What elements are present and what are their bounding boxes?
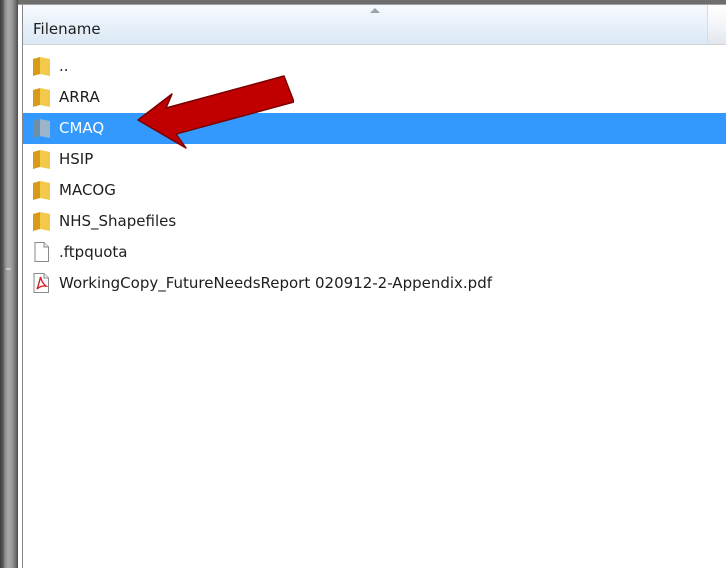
file-name: HSIP	[59, 150, 94, 168]
file-name: .ftpquota	[59, 243, 128, 261]
file-name: MACOG	[59, 181, 116, 199]
column-header-bar: Filename	[23, 5, 726, 45]
file-name: NHS_Shapefiles	[59, 212, 177, 230]
file-name: ..	[59, 57, 69, 75]
list-item[interactable]: NHS_Shapefiles	[23, 206, 726, 237]
file-list-pane[interactable]: Filename .. ARRA CMAQ HSIP MACOG NHS_Sha…	[22, 5, 726, 568]
folder-icon	[33, 57, 50, 76]
sort-ascending-icon	[370, 8, 380, 13]
list-item[interactable]: ARRA	[23, 82, 726, 113]
filename-column-header[interactable]: Filename	[23, 5, 708, 44]
folder-icon	[33, 150, 50, 169]
file-icon	[34, 242, 49, 262]
list-item[interactable]: ..	[23, 51, 726, 82]
file-name: WorkingCopy_FutureNeedsReport 020912-2-A…	[59, 274, 493, 292]
folder-icon	[33, 88, 50, 107]
annotation-arrow	[137, 75, 294, 149]
window-frame-left	[0, 0, 18, 568]
pdf-icon	[33, 273, 49, 293]
folder-icon	[33, 181, 50, 200]
file-name: ARRA	[59, 88, 100, 106]
list-item-selected[interactable]: CMAQ	[23, 113, 726, 144]
folder-icon	[33, 212, 50, 231]
file-list: .. ARRA CMAQ HSIP MACOG NHS_Shapefiles .…	[23, 51, 726, 299]
list-item[interactable]: .ftpquota	[23, 237, 726, 268]
folder-icon	[33, 119, 50, 138]
filename-column-label: Filename	[33, 20, 101, 38]
list-item[interactable]: WorkingCopy_FutureNeedsReport 020912-2-A…	[23, 268, 726, 299]
splitter-grip[interactable]	[6, 268, 11, 270]
list-item[interactable]: HSIP	[23, 144, 726, 175]
list-item[interactable]: MACOG	[23, 175, 726, 206]
file-name: CMAQ	[59, 119, 105, 137]
